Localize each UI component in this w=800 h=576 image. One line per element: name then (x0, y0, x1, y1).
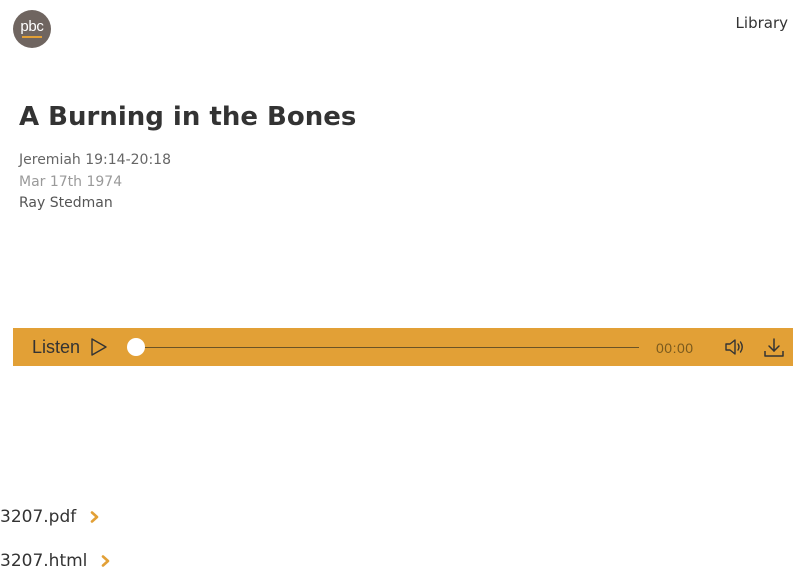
seek-thumb[interactable] (127, 338, 145, 356)
logo-underline (22, 35, 42, 38)
audio-player: Listen 00:00 (13, 328, 793, 366)
sermon-title: A Burning in the Bones (19, 102, 357, 132)
scripture-passage: Jeremiah 19:14-20:18 (19, 152, 171, 168)
volume-icon[interactable] (724, 337, 746, 357)
pbc-logo[interactable]: pbc (13, 10, 51, 48)
sermon-page: pbc Library A Burning in the Bones Jerem… (0, 0, 800, 576)
chevron-right-icon (102, 555, 110, 567)
library-link[interactable]: Library (736, 14, 788, 32)
download-icon[interactable] (763, 337, 785, 359)
play-icon[interactable] (89, 337, 109, 357)
logo-text: pbc (20, 17, 44, 35)
file-name: 3207.pdf (0, 507, 77, 527)
chevron-right-icon (90, 511, 99, 523)
file-link-pdf[interactable]: 3207.pdf (0, 506, 100, 528)
listen-label[interactable]: Listen (32, 337, 80, 357)
sermon-date: Mar 17th 1974 (19, 174, 123, 190)
seek-track (133, 347, 639, 348)
speaker-name: Ray Stedman (19, 195, 113, 211)
playback-time: 00:00 (656, 340, 694, 356)
file-name: 3207.html (0, 551, 88, 571)
seek-slider[interactable] (127, 338, 639, 356)
file-link-html[interactable]: 3207.html (0, 550, 111, 572)
